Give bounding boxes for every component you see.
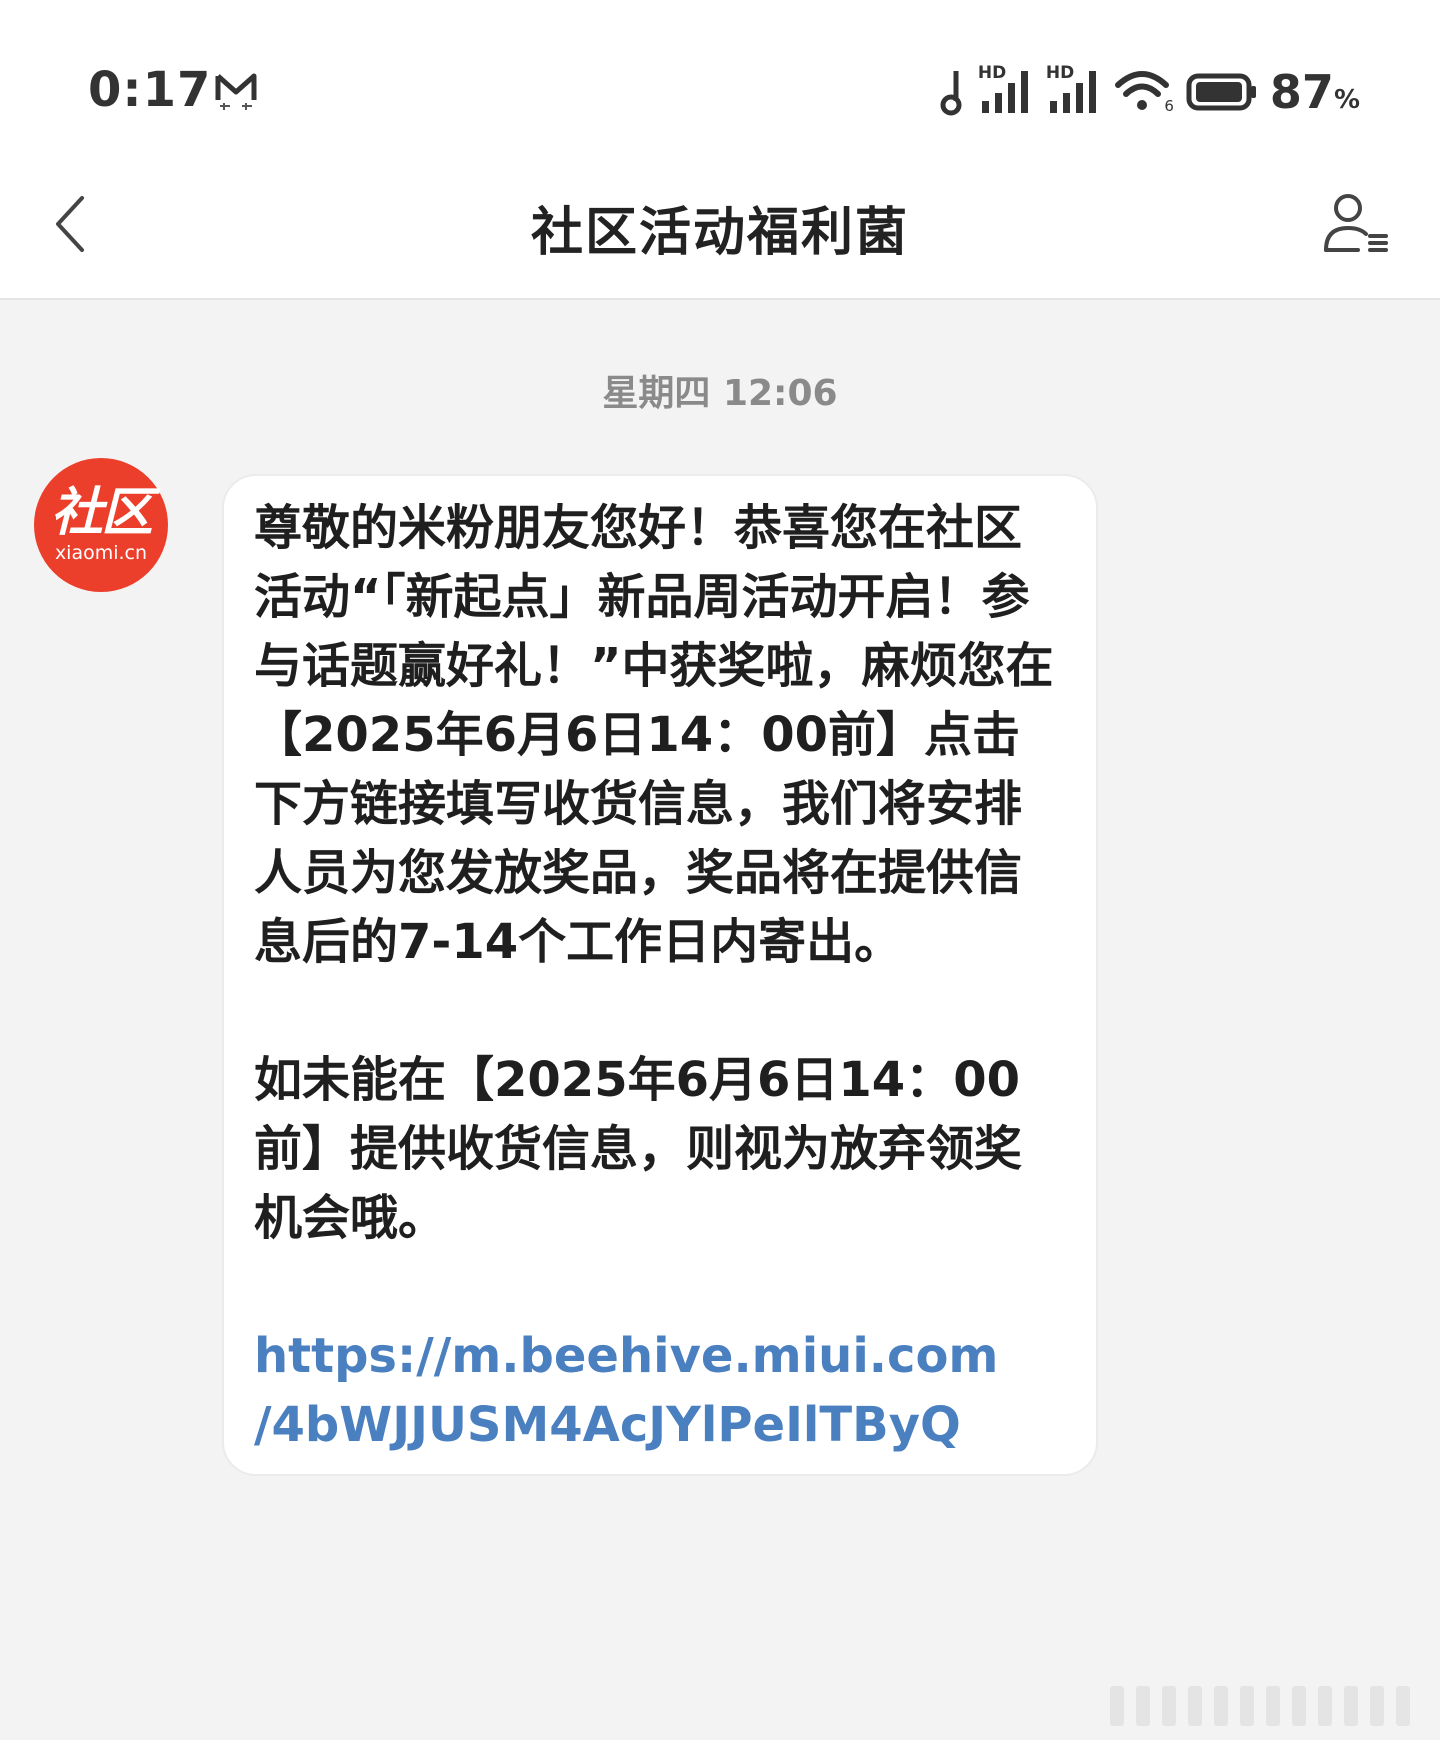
battery-percent-value: 87	[1269, 65, 1334, 119]
battery-percentage: 87%	[1270, 65, 1360, 119]
message-link-line-1: https://m.beehive.miui.com	[254, 1328, 999, 1384]
page-title: 社区活动福利菌	[530, 203, 909, 263]
status-time: 0:17	[88, 62, 212, 118]
watermark-decoration	[1110, 1686, 1410, 1726]
wifi-icon: 6	[1114, 67, 1174, 117]
sender-avatar[interactable]: 社区 xiaomi.cn	[34, 458, 168, 592]
conversation-header: 社区活动福利菌	[0, 150, 1440, 300]
avatar-logo-domain: xiaomi.cn	[54, 542, 148, 564]
app-notification-icon	[215, 73, 257, 110]
message-paragraph-2: 如未能在【2025年6月6日14：00前】提供收货信息，则视为放弃领奖机会哦。	[254, 1052, 1023, 1246]
signal-icon-2: HD	[1046, 63, 1102, 117]
status-bar: 0:17 HD HD 6 87%	[0, 0, 1440, 150]
contact-list-icon	[1324, 194, 1388, 252]
message-link-line-2: /4bWJJUSM4AcJYlPeIlTByQ	[254, 1397, 961, 1453]
avatar-logo-text: 社区	[50, 483, 153, 543]
message-bubble[interactable]: 尊敬的米粉朋友您好！恭喜您在社区活动“「新起点」新品周活动开启！参与话题赢好礼！…	[222, 474, 1098, 1476]
status-icons: HD HD 6 87%	[940, 62, 1360, 122]
battery-icon	[1186, 73, 1256, 111]
signal-icon-1: HD	[978, 63, 1034, 117]
battery-percent-unit: %	[1333, 85, 1360, 115]
message-link[interactable]: https://m.beehive.miui.com /4bWJJUSM4AcJ…	[254, 1322, 1066, 1460]
wifi-badge: 6	[1164, 97, 1174, 115]
contact-details-button[interactable]	[1310, 180, 1400, 270]
message-paragraph-1: 尊敬的米粉朋友您好！恭喜您在社区活动“「新起点」新品周活动开启！参与话题赢好礼！…	[254, 500, 1054, 970]
music-note-icon	[940, 71, 962, 116]
message-timestamp: 星期四 12:06	[602, 373, 838, 414]
